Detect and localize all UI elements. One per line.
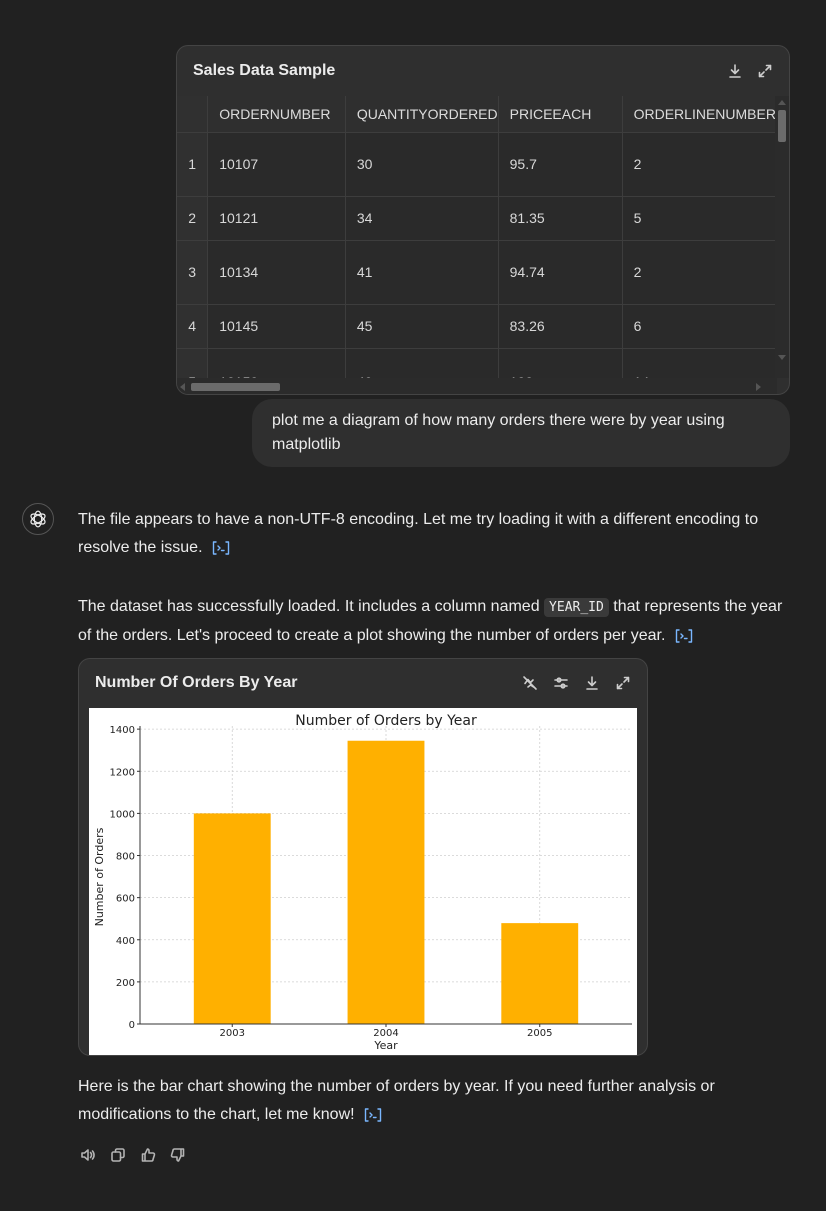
copy-icon[interactable] (110, 1147, 126, 1163)
y-tick-label: 600 (116, 894, 135, 905)
y-tick-label: 400 (116, 936, 135, 947)
bar (193, 813, 271, 1024)
assistant-text: The dataset has successfully loaded. It … (78, 598, 540, 615)
scroll-left-arrow-icon[interactable] (180, 383, 185, 391)
y-tick-label: 0 (129, 1020, 135, 1031)
expand-icon[interactable] (757, 63, 773, 79)
row-index: 4 (177, 304, 209, 349)
table-card-header: Sales Data Sample (177, 46, 789, 96)
table-cell: 6 (622, 304, 777, 349)
y-tick-label: 200 (116, 978, 135, 989)
table-cell: 14 (622, 348, 777, 378)
column-header[interactable]: PRICEEACH (498, 96, 623, 133)
x-tick-label: 2004 (373, 1028, 398, 1039)
table-row: 5 10159 49 100 14 (177, 348, 777, 378)
table-cell: 10107 (207, 132, 346, 197)
row-index: 3 (177, 240, 209, 305)
assistant-message: The file appears to have a non-UTF-8 enc… (78, 506, 790, 681)
thumbs-down-icon[interactable] (170, 1147, 186, 1163)
assistant-paragraph: The file appears to have a non-UTF-8 enc… (78, 506, 790, 562)
table-cell: 5 (622, 196, 777, 241)
user-message: plot me a diagram of how many orders the… (252, 399, 790, 467)
row-index: 5 (177, 348, 209, 378)
table-cell: 30 (345, 132, 499, 197)
bar (347, 740, 425, 1024)
x-axis-label: Year (373, 1039, 398, 1052)
column-header[interactable]: ORDERNUMBER (207, 96, 346, 133)
interactive-off-icon[interactable] (522, 675, 538, 691)
y-tick-label: 1400 (110, 725, 135, 736)
table-card-title: Sales Data Sample (193, 62, 336, 79)
table-cell: 2 (622, 132, 777, 197)
view-code-icon[interactable] (363, 1107, 383, 1123)
column-header[interactable]: QUANTITYORDERED (345, 96, 499, 133)
row-index: 2 (177, 196, 209, 241)
view-code-icon[interactable] (211, 540, 231, 556)
x-tick-label: 2003 (220, 1028, 245, 1039)
table-cell: 95.7 (498, 132, 623, 197)
inline-code: YEAR_ID (544, 598, 609, 617)
table-cell: 49 (345, 348, 499, 378)
table-row: 3 10134 41 94.74 2 (177, 240, 777, 305)
table-row: 1 10107 30 95.7 2 (177, 132, 777, 197)
row-index: 1 (177, 132, 209, 197)
table-cell: 34 (345, 196, 499, 241)
chart-card-title: Number Of Orders By Year (95, 674, 298, 691)
chart-card: Number Of Orders By Year Number of Order… (78, 658, 648, 1056)
table-row: 4 10145 45 83.26 6 (177, 304, 777, 349)
y-tick-label: 800 (116, 852, 135, 863)
sliders-icon[interactable] (553, 675, 569, 691)
index-header (177, 96, 209, 133)
view-code-icon[interactable] (674, 628, 694, 644)
table-cell: 10159 (207, 348, 346, 378)
table-cell: 10121 (207, 196, 346, 241)
thumbs-up-icon[interactable] (140, 1147, 156, 1163)
scroll-down-arrow-icon[interactable] (778, 355, 786, 360)
table-cell: 81.35 (498, 196, 623, 241)
column-header[interactable]: ORDERLINENUMBER (622, 96, 777, 133)
data-table-card: Sales Data Sample ORDERNUMBER QUANTITYOR… (176, 45, 790, 395)
table-cell: 100 (498, 348, 623, 378)
table-cell: 45 (345, 304, 499, 349)
scroll-right-arrow-icon[interactable] (756, 383, 761, 391)
read-aloud-icon[interactable] (80, 1147, 96, 1163)
horizontal-scroll-thumb[interactable] (191, 383, 280, 391)
assistant-text: The file appears to have a non-UTF-8 enc… (78, 511, 759, 556)
table-cell: 2 (622, 240, 777, 305)
y-axis-label: Number of Orders (93, 827, 106, 926)
table-cell: 10134 (207, 240, 346, 305)
x-tick-label: 2005 (527, 1028, 552, 1039)
y-tick-label: 1200 (110, 767, 135, 778)
bar (501, 923, 579, 1024)
chart-card-actions (522, 675, 631, 691)
expand-icon[interactable] (615, 675, 631, 691)
bar-chart: Number of Orders by Year Number of Order… (93, 713, 632, 1052)
data-table-viewport[interactable]: ORDERNUMBER QUANTITYORDERED PRICEEACH OR… (177, 96, 777, 378)
assistant-paragraph: Here is the bar chart showing the number… (78, 1073, 790, 1129)
table-row: 2 10121 34 81.35 5 (177, 196, 777, 241)
table-cell: 83.26 (498, 304, 623, 349)
openai-logo-icon (30, 510, 46, 528)
chart-card-header: Number Of Orders By Year (79, 659, 647, 707)
message-actions (80, 1147, 186, 1163)
data-table: ORDERNUMBER QUANTITYORDERED PRICEEACH OR… (177, 96, 777, 378)
assistant-paragraph: The dataset has successfully loaded. It … (78, 593, 790, 650)
vertical-scrollbar[interactable] (775, 96, 789, 378)
vertical-scroll-thumb[interactable] (778, 110, 786, 142)
table-card-actions (727, 63, 773, 79)
table-cell: 41 (345, 240, 499, 305)
y-tick-label: 1000 (110, 809, 135, 820)
table-cell: 94.74 (498, 240, 623, 305)
assistant-text: Here is the bar chart showing the number… (78, 1078, 715, 1123)
download-icon[interactable] (727, 63, 743, 79)
download-icon[interactable] (584, 675, 600, 691)
assistant-avatar (22, 503, 54, 535)
scroll-up-arrow-icon[interactable] (778, 100, 786, 105)
table-cell: 10145 (207, 304, 346, 349)
horizontal-scrollbar[interactable] (177, 378, 777, 394)
chart-plot-area: Number of Orders by Year Number of Order… (89, 708, 637, 1055)
